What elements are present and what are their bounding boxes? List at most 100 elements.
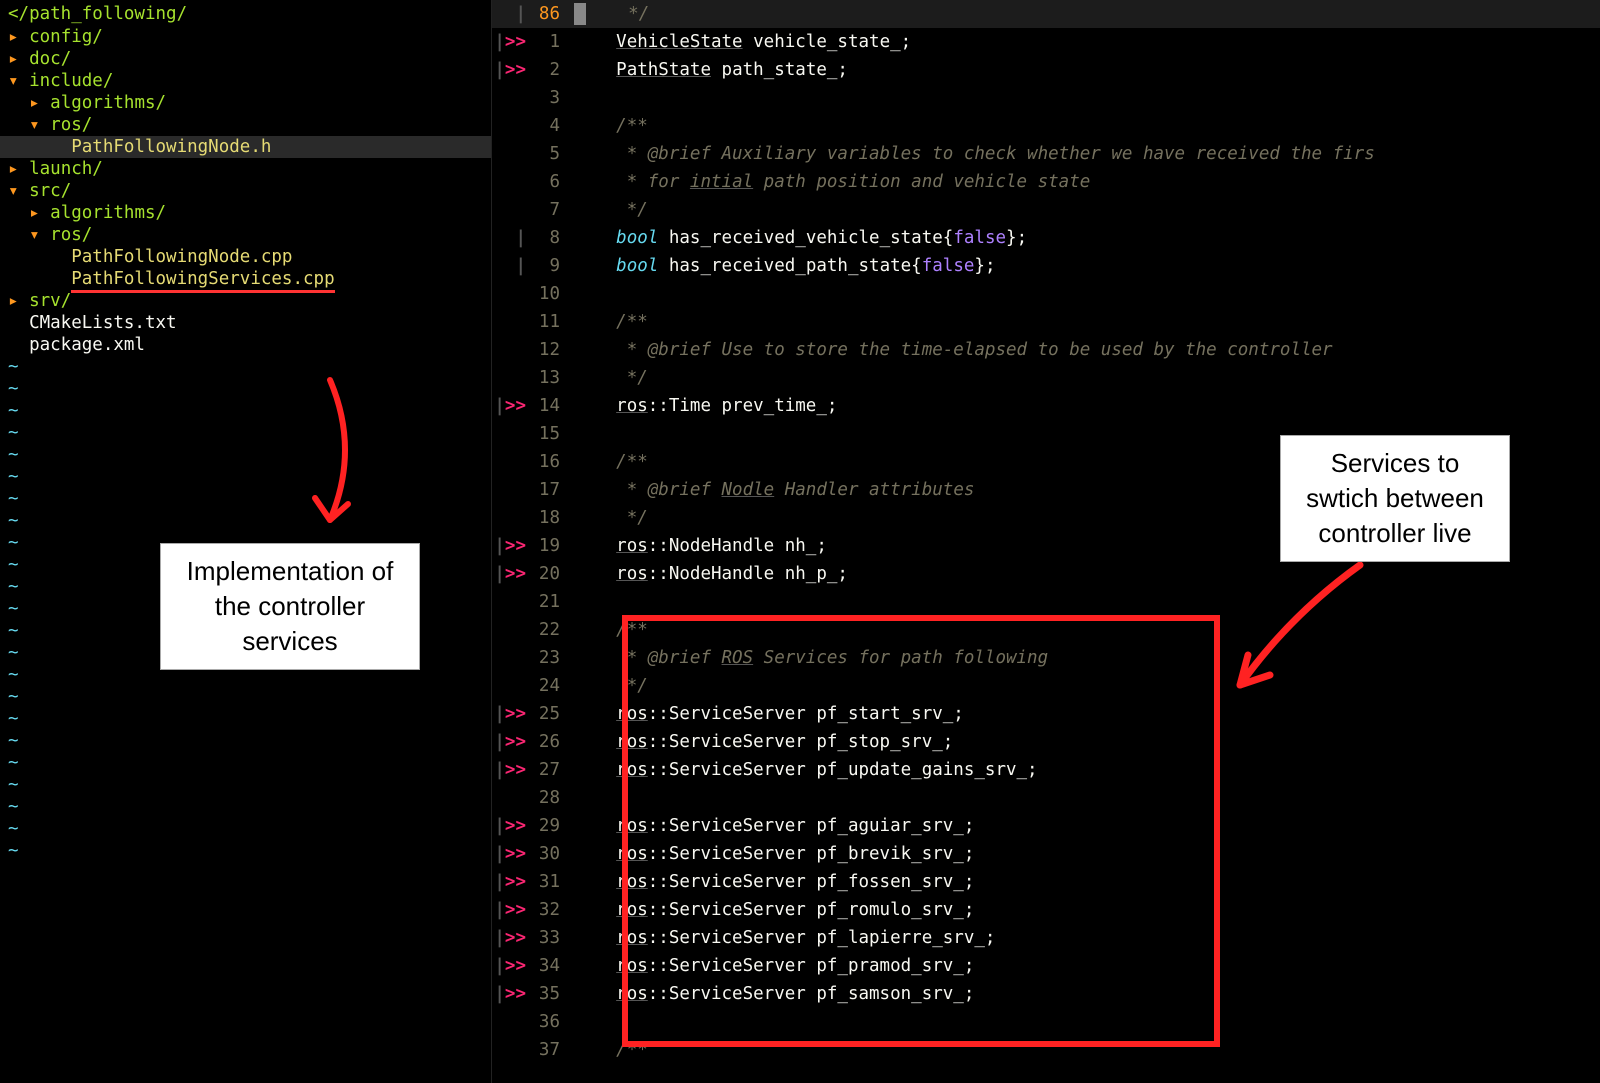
file-tree-sidebar: </path_following/ ▸ config/▸ doc/▾ inclu…	[0, 0, 492, 1083]
code-content[interactable]: VehicleState vehicle_state_;	[574, 28, 1600, 56]
sign-column	[492, 588, 530, 616]
line-number: 29	[530, 812, 574, 840]
sign-column	[492, 168, 530, 196]
tilde-marker: ~	[0, 400, 491, 422]
code-line[interactable]: 11 /**	[492, 308, 1600, 336]
tree-item-pathfollowingnodecpp[interactable]: PathFollowingNode.cpp	[0, 246, 491, 268]
sign-column	[492, 504, 530, 532]
sign-column: |	[492, 0, 530, 28]
tilde-marker: ~	[0, 510, 491, 532]
sign-column: |>>	[492, 896, 530, 924]
tree-item-ros[interactable]: ▾ ros/	[0, 114, 491, 136]
sign-column	[492, 784, 530, 812]
tree-item-doc[interactable]: ▸ doc/	[0, 48, 491, 70]
line-number: 6	[530, 168, 574, 196]
tree-item-launch[interactable]: ▸ launch/	[0, 158, 491, 180]
code-content[interactable]: PathState path_state_;	[574, 56, 1600, 84]
sign-column	[492, 112, 530, 140]
sign-column: |>>	[492, 924, 530, 952]
line-number: 32	[530, 896, 574, 924]
code-line[interactable]: 3	[492, 84, 1600, 112]
line-number: 15	[530, 420, 574, 448]
code-content[interactable]: bool has_received_vehicle_state{false};	[574, 224, 1600, 252]
line-number: 26	[530, 728, 574, 756]
sign-column: |>>	[492, 868, 530, 896]
code-content[interactable]	[574, 588, 1600, 616]
line-number: 36	[530, 1008, 574, 1036]
code-line[interactable]: | 86 */	[492, 0, 1600, 28]
line-number: 22	[530, 616, 574, 644]
tree-item-src[interactable]: ▾ src/	[0, 180, 491, 202]
code-line[interactable]: 12 * @brief Use to store the time-elapse…	[492, 336, 1600, 364]
tree-item-cmakeliststxt[interactable]: CMakeLists.txt	[0, 312, 491, 334]
tree-item-include[interactable]: ▾ include/	[0, 70, 491, 92]
sign-column: |>>	[492, 728, 530, 756]
code-line[interactable]: | 9 bool has_received_path_state{false};	[492, 252, 1600, 280]
tree-item-algorithms[interactable]: ▸ algorithms/	[0, 202, 491, 224]
line-number: 4	[530, 112, 574, 140]
code-line[interactable]: 4 /**	[492, 112, 1600, 140]
line-number: 11	[530, 308, 574, 336]
code-content[interactable]: */	[574, 364, 1600, 392]
annotation-left: Implementation of the controller service…	[160, 543, 420, 670]
sign-column	[492, 616, 530, 644]
line-number: 1	[530, 28, 574, 56]
code-content[interactable]	[574, 280, 1600, 308]
code-content[interactable]: /**	[574, 112, 1600, 140]
tilde-marker: ~	[0, 378, 491, 400]
tilde-marker: ~	[0, 818, 491, 840]
line-number: 27	[530, 756, 574, 784]
code-line[interactable]: 5 * @brief Auxiliary variables to check …	[492, 140, 1600, 168]
line-number: 9	[530, 252, 574, 280]
tilde-marker: ~	[0, 444, 491, 466]
sign-column	[492, 336, 530, 364]
line-number: 25	[530, 700, 574, 728]
code-line[interactable]: |>>20 ros::NodeHandle nh_p_;	[492, 560, 1600, 588]
sign-column: |>>	[492, 28, 530, 56]
line-number: 13	[530, 364, 574, 392]
line-number: 37	[530, 1036, 574, 1064]
sign-column: |>>	[492, 756, 530, 784]
tree-item-packagexml[interactable]: package.xml	[0, 334, 491, 356]
sign-column: |>>	[492, 56, 530, 84]
code-content[interactable]: /**	[574, 308, 1600, 336]
code-content[interactable]: * @brief Auxiliary variables to check wh…	[574, 140, 1600, 168]
code-content[interactable]: * for intial path position and vehicle s…	[574, 168, 1600, 196]
code-line[interactable]: |>>14 ros::Time prev_time_;	[492, 392, 1600, 420]
code-content[interactable]: */	[574, 196, 1600, 224]
code-line[interactable]: 7 */	[492, 196, 1600, 224]
code-content[interactable]: ros::NodeHandle nh_p_;	[574, 560, 1600, 588]
sign-column	[492, 1008, 530, 1036]
code-line[interactable]: 10	[492, 280, 1600, 308]
sign-column	[492, 1036, 530, 1064]
tilde-marker: ~	[0, 686, 491, 708]
tree-root-label: </path_following/	[0, 2, 491, 26]
sign-column: |>>	[492, 700, 530, 728]
line-number: 20	[530, 560, 574, 588]
code-line[interactable]: 21	[492, 588, 1600, 616]
tilde-marker: ~	[0, 774, 491, 796]
tree-item-pathfollowingnodeh[interactable]: PathFollowingNode.h	[0, 136, 491, 158]
code-content[interactable]: ros::Time prev_time_;	[574, 392, 1600, 420]
sign-column	[492, 448, 530, 476]
line-number: 16	[530, 448, 574, 476]
code-content[interactable]: bool has_received_path_state{false};	[574, 252, 1600, 280]
sign-column: |>>	[492, 532, 530, 560]
tree-item-ros[interactable]: ▾ ros/	[0, 224, 491, 246]
sign-column	[492, 84, 530, 112]
tree-item-srv[interactable]: ▸ srv/	[0, 290, 491, 312]
code-line[interactable]: 6 * for intial path position and vehicle…	[492, 168, 1600, 196]
tree-item-pathfollowingservicescpp[interactable]: PathFollowingServices.cpp	[0, 268, 491, 290]
code-content[interactable]	[574, 84, 1600, 112]
code-content[interactable]: * @brief Use to store the time-elapsed t…	[574, 336, 1600, 364]
code-line[interactable]: 13 */	[492, 364, 1600, 392]
tree-item-algorithms[interactable]: ▸ algorithms/	[0, 92, 491, 114]
code-line[interactable]: | 8 bool has_received_vehicle_state{fals…	[492, 224, 1600, 252]
code-line[interactable]: |>>1 VehicleState vehicle_state_;	[492, 28, 1600, 56]
tilde-marker: ~	[0, 466, 491, 488]
code-line[interactable]: |>>2 PathState path_state_;	[492, 56, 1600, 84]
line-number: 17	[530, 476, 574, 504]
line-number: 2	[530, 56, 574, 84]
code-content[interactable]: */	[574, 0, 1600, 28]
tree-item-config[interactable]: ▸ config/	[0, 26, 491, 48]
